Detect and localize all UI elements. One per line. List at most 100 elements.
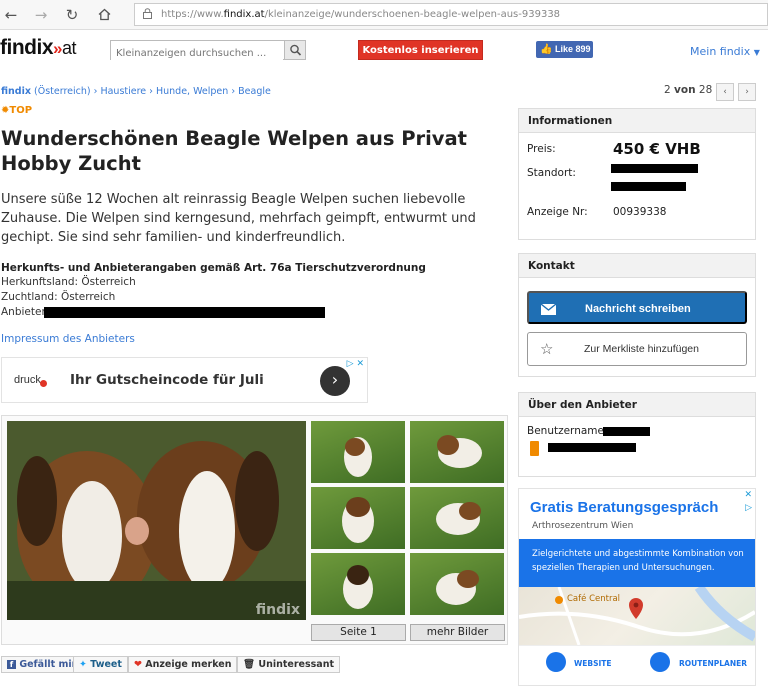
breadcrumb-item-hunde[interactable]: Hunde, Welpen [156, 86, 228, 97]
photo-watermark: findix [255, 602, 300, 618]
browser-toolbar: ← → ↻ https://www.findix.at/kleinanzeige… [0, 0, 768, 30]
price-label: Preis: [527, 143, 556, 155]
write-message-label: Nachricht schreiben [585, 303, 691, 315]
breadcrumb-site[interactable]: findix [1, 86, 31, 97]
top-badge-label: TOP [9, 105, 33, 116]
pager-total: 28 [698, 84, 713, 96]
redacted-provider [44, 307, 325, 318]
address-bar[interactable]: https://www.findix.at/kleinanzeige/wunde… [134, 3, 768, 26]
ad2-body: Zielgerichtete und abgestimmte Kombinati… [519, 539, 755, 587]
thumbnail-2[interactable] [410, 421, 504, 483]
search-icon [290, 44, 302, 56]
origin-country: Herkunftsland: Österreich [1, 276, 136, 288]
ad2-website-button[interactable]: WEBSITE [574, 659, 612, 668]
gallery-page-button[interactable]: Seite 1 [311, 624, 406, 641]
breadcrumb-item-beagle[interactable]: Beagle [238, 86, 271, 97]
impressum-link[interactable]: Impressum des Anbieters [1, 333, 135, 345]
breadcrumb-country[interactable]: (Österreich) [34, 86, 91, 97]
pager-sep: von [674, 84, 696, 96]
breadcrumb-item-haustiere[interactable]: Haustiere [100, 86, 146, 97]
previous-ad-button[interactable]: ‹ [716, 83, 734, 101]
account-menu-label: Mein findix [690, 45, 751, 58]
result-pager: 2 von 28 [664, 84, 712, 96]
search-button[interactable] [284, 41, 305, 59]
favorite-ad-label: Anzeige merken [145, 659, 232, 670]
route-icon [650, 652, 670, 672]
breed-country: Zuchtland: Österreich [1, 291, 116, 303]
next-ad-button[interactable]: › [738, 83, 756, 101]
heart-icon: ❤ [134, 659, 142, 670]
username-label: Benutzername: [527, 425, 608, 437]
thumbnail-3[interactable] [311, 487, 405, 549]
adchoices-icon-2[interactable]: ✕ [744, 490, 752, 500]
ad2-map-label: Café Central [567, 594, 621, 604]
write-message-button[interactable]: Nachricht schreiben [527, 291, 747, 324]
home-icon[interactable] [93, 4, 115, 26]
add-to-watchlist-button[interactable]: ☆ Zur Merkliste hinzufügen [527, 332, 747, 366]
logo-mark: » [53, 39, 62, 58]
phone-icon [530, 441, 539, 456]
facebook-share-button[interactable]: f Gefällt mir [1, 656, 83, 673]
main-photo[interactable]: findix [7, 421, 306, 620]
lock-icon [143, 8, 152, 19]
top-badge: ✹TOP [1, 105, 32, 116]
ad-text: Ihr Gutscheincode für Juli [70, 372, 264, 388]
thumbnail-5[interactable] [311, 553, 405, 615]
info-panel-heading: Informationen [519, 109, 755, 133]
star-outline-icon: ☆ [540, 341, 554, 358]
facebook-share-label: Gefällt mir [19, 659, 77, 670]
more-photos-button[interactable]: mehr Bilder [410, 624, 505, 641]
fb-like-label: Like 899 [554, 44, 591, 54]
banner-ad[interactable]: druck Ihr Gutscheincode für Juli › ▷ ✕ [1, 357, 368, 403]
uninterested-label: Uninteressant [258, 659, 335, 670]
uninterested-button[interactable]: 🗑 Uninteressant [237, 656, 341, 673]
ad2-headline: Gratis Beratungsgespräch [530, 499, 719, 516]
search-input[interactable] [111, 44, 283, 63]
url-domain: findix.at [223, 9, 265, 20]
globe-icon [546, 652, 566, 672]
pager-current: 2 [664, 84, 671, 96]
logo-text: findix [0, 36, 54, 59]
listing-title: Wunderschönen Beagle Welpen aus Privat H… [1, 127, 468, 175]
ad2-footer: WEBSITE ROUTENPLANER [519, 645, 755, 685]
insert-ad-button[interactable]: Kostenlos inserieren [358, 40, 483, 60]
price-value: 450 € VHB [613, 140, 701, 158]
thumbnail-4[interactable] [410, 487, 504, 549]
ad2-route-button[interactable]: ROUTENPLANER [679, 659, 747, 668]
logo-tld: at [61, 38, 77, 58]
ad2-arrow-icon: ▷ [745, 503, 752, 513]
twitter-icon: ✦ [79, 659, 87, 670]
thumbnail-1[interactable] [311, 421, 405, 483]
thumbnail-6[interactable] [410, 553, 504, 615]
redacted-location-2 [611, 182, 686, 191]
tweet-button[interactable]: ✦ Tweet [73, 656, 128, 673]
ad2-map[interactable]: Café Central [519, 584, 755, 646]
add-to-watchlist-label: Zur Merkliste hinzufügen [584, 343, 699, 355]
chevron-down-icon: ▼ [753, 48, 760, 57]
reload-icon[interactable]: ↻ [61, 4, 83, 26]
envelope-icon [541, 304, 556, 315]
redacted-username [603, 427, 650, 436]
ad-brand: druck [14, 374, 41, 386]
listing-description: Unsere süße 12 Wochen alt reinrassig Bea… [1, 192, 476, 245]
ad-number-value: 00939338 [613, 206, 667, 218]
sidebar-ad[interactable]: Gratis Beratungsgespräch ✕ ▷ Arthrosezen… [518, 488, 756, 686]
ad2-advertiser: Arthrosezentrum Wien [532, 521, 634, 531]
ad-brand-dot [40, 380, 47, 387]
facebook-icon: f [7, 660, 16, 669]
breadcrumb: findix (Österreich) › Haustiere › Hunde,… [1, 86, 271, 97]
forward-icon[interactable]: → [30, 4, 52, 26]
facebook-like-button[interactable]: 👍 Like 899 [536, 41, 593, 58]
site-logo[interactable]: findix»at [0, 36, 76, 60]
chevron-right-icon[interactable]: › [320, 366, 350, 396]
location-label: Standort: [527, 167, 576, 179]
search-box [110, 40, 306, 63]
adchoices-icon[interactable]: ▷ ✕ [347, 359, 364, 369]
provider-panel-heading: Über den Anbieter [519, 393, 755, 417]
redacted-phone [548, 443, 636, 452]
favorite-ad-button[interactable]: ❤ Anzeige merken [128, 656, 238, 673]
back-icon[interactable]: ← [0, 4, 22, 26]
account-menu[interactable]: Mein findix ▼ [690, 45, 760, 58]
redacted-location-1 [611, 164, 698, 173]
url-path: /kleinanzeige/wunderschoenen-beagle-welp… [264, 9, 561, 20]
